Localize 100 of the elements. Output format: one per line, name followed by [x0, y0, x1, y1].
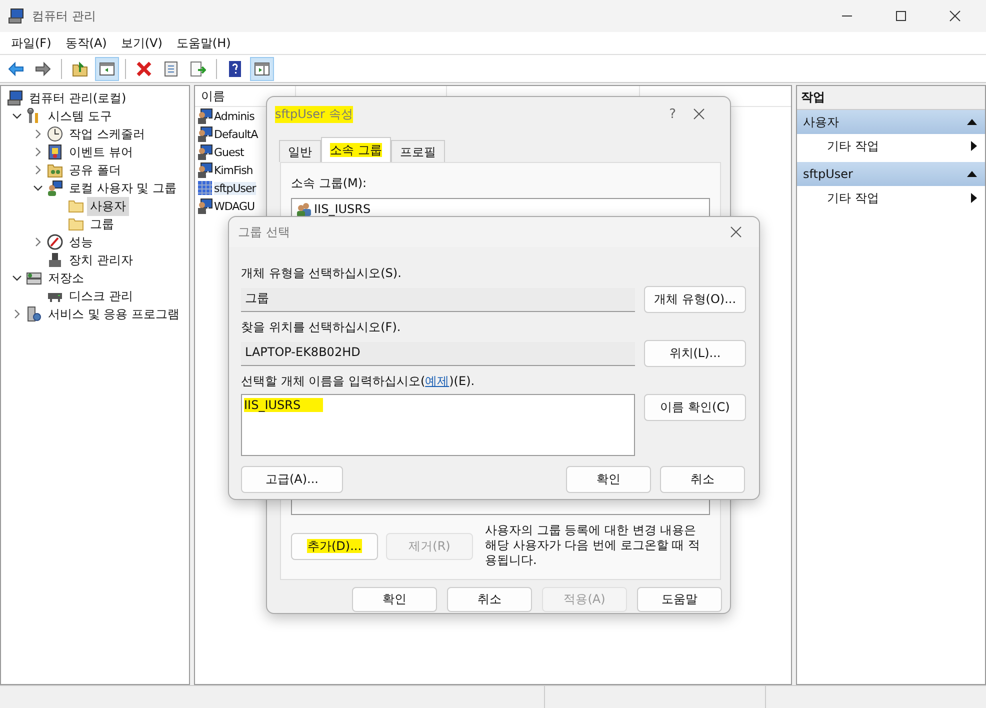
properties-icon[interactable]	[163, 60, 179, 76]
field-label: 선택할 개체 이름을 입력하십시오(예제)(E).	[241, 373, 476, 390]
member-label: 소속 그룹(M):	[291, 175, 368, 192]
cancel-button[interactable]: 취소	[660, 466, 745, 493]
member-name[interactable]: IIS_IUSRS	[314, 202, 371, 216]
field-label: 찾을 위치를 선택하십시오(F).	[241, 319, 402, 336]
user-name[interactable]: Adminis	[214, 110, 254, 122]
collapse-chevron-icon[interactable]	[12, 111, 22, 121]
actions-header: 작업	[797, 86, 985, 110]
user-icon	[197, 162, 213, 178]
tree-item[interactable]: 디스크 관리	[66, 286, 136, 306]
tab[interactable]: 일반	[279, 140, 321, 162]
dialog-button[interactable]: 도움말	[637, 587, 722, 612]
expand-chevron-icon[interactable]	[33, 129, 43, 139]
close-icon[interactable]	[693, 108, 705, 120]
note-text: 사용자의 그룹 등록에 대한 변경 내용은 해당 사용자가 다음 번에 로그온할 때 적용됩니다.	[485, 523, 701, 568]
collapse-chevron-icon[interactable]	[33, 183, 43, 193]
help-icon[interactable]	[227, 60, 243, 76]
shared-folder-icon	[47, 162, 63, 178]
tree-item[interactable]: 작업 스케줄러	[66, 124, 148, 144]
close-icon[interactable]	[949, 10, 961, 22]
object-type-button[interactable]: 개체 유형(O)...	[644, 286, 746, 313]
maximize-icon[interactable]	[895, 10, 907, 22]
tree-item[interactable]: 그룹	[87, 214, 117, 234]
field-label: 개체 유형을 선택하십시오(S).	[241, 265, 402, 282]
ok-button[interactable]: 확인	[566, 466, 651, 493]
window-title: 컴퓨터 관리	[32, 8, 96, 24]
expand-chevron-icon[interactable]	[33, 165, 43, 175]
storage-icon	[26, 270, 42, 286]
examples-link[interactable]: 예제	[425, 374, 450, 388]
device-icon	[47, 252, 63, 268]
object-names-field[interactable]: IIS_IUSRS	[241, 394, 635, 456]
log-book-icon	[47, 144, 63, 160]
tree-item[interactable]: 장치 관리자	[66, 250, 136, 270]
user-name[interactable]: Guest	[214, 146, 244, 158]
clock-icon	[47, 126, 63, 142]
help-question[interactable]: ?	[669, 106, 676, 122]
add-button[interactable]: 추가(D)...	[291, 533, 378, 560]
menu-item[interactable]: 도움말(H)	[171, 34, 236, 52]
computer-icon	[8, 8, 24, 24]
dialog-button[interactable]: 취소	[447, 587, 532, 612]
tab[interactable]: 소속 그룹	[321, 137, 391, 162]
users-icon	[47, 180, 63, 196]
dialog-title: 그룹 선택	[238, 224, 290, 240]
forward-arrow-icon[interactable]	[35, 60, 51, 76]
tree-item[interactable]: 사용자	[87, 196, 129, 216]
tab[interactable]: 프로필	[390, 140, 445, 162]
expand-chevron-icon[interactable]	[12, 309, 22, 319]
dialog-button[interactable]: 확인	[352, 587, 437, 612]
group-icon	[296, 201, 312, 217]
user-icon	[197, 198, 213, 214]
tree-item[interactable]: 컴퓨터 관리(로컬)	[26, 88, 130, 108]
user-icon	[197, 144, 213, 160]
user-name[interactable]: KimFish	[214, 164, 253, 176]
tree-item[interactable]: 공유 폴더	[66, 160, 124, 180]
collapse-chevron-icon[interactable]	[12, 273, 22, 283]
submenu-triangle-icon[interactable]	[971, 141, 977, 151]
collapse-triangle-icon[interactable]	[967, 119, 977, 125]
dialog-title: sftpUser 속성	[275, 106, 353, 122]
folder-icon	[68, 216, 84, 232]
action-section-header[interactable]: 사용자	[797, 110, 985, 134]
selected-user-icon	[197, 180, 213, 196]
expand-chevron-icon[interactable]	[33, 147, 43, 157]
advanced-button[interactable]: 고급(A)...	[241, 466, 343, 493]
gauge-icon	[47, 234, 63, 250]
location-field: LAPTOP-EK8B02HD	[241, 342, 635, 366]
close-icon[interactable]	[730, 226, 742, 238]
action-section-header[interactable]: sftpUser	[797, 162, 985, 186]
tree-item[interactable]: 시스템 도구	[45, 106, 115, 126]
tree-item[interactable]: 서비스 및 응용 프로그램	[45, 304, 182, 324]
show-action-pane-icon[interactable]	[254, 60, 270, 76]
tree-item[interactable]: 저장소	[45, 268, 87, 288]
check-names-button[interactable]: 이름 확인(C)	[644, 394, 746, 421]
back-arrow-icon[interactable]	[8, 60, 24, 76]
tree-item[interactable]: 로컬 사용자 및 그룹	[66, 178, 180, 198]
location-button[interactable]: 위치(L)...	[644, 340, 746, 367]
computer-icon	[7, 90, 23, 106]
action-item[interactable]: 기타 작업	[827, 190, 879, 206]
delete-x-icon[interactable]	[136, 60, 152, 76]
menu-item[interactable]: 파일(F)	[6, 34, 56, 52]
tree-item[interactable]: 이벤트 뷰어	[66, 142, 136, 162]
user-icon	[197, 108, 213, 124]
submenu-triangle-icon[interactable]	[971, 193, 977, 203]
collapse-triangle-icon[interactable]	[967, 171, 977, 177]
user-name[interactable]: WDAGU	[214, 200, 255, 212]
user-name[interactable]: sftpUser	[214, 182, 256, 194]
folder-up-icon[interactable]	[72, 60, 88, 76]
toolbar-button[interactable]	[95, 56, 119, 80]
show-tree-icon[interactable]	[99, 60, 115, 76]
menu-item[interactable]: 보기(V)	[116, 34, 168, 52]
object-type-field: 그룹	[241, 288, 635, 312]
user-icon	[197, 126, 213, 142]
action-item[interactable]: 기타 작업	[827, 138, 879, 154]
export-list-icon[interactable]	[190, 60, 206, 76]
toolbar-button[interactable]	[250, 56, 274, 80]
user-name[interactable]: DefaultA	[214, 128, 258, 140]
menu-item[interactable]: 동작(A)	[60, 34, 112, 52]
tree-item[interactable]: 성능	[66, 232, 96, 252]
folder-icon	[68, 198, 84, 214]
expand-chevron-icon[interactable]	[33, 237, 43, 247]
